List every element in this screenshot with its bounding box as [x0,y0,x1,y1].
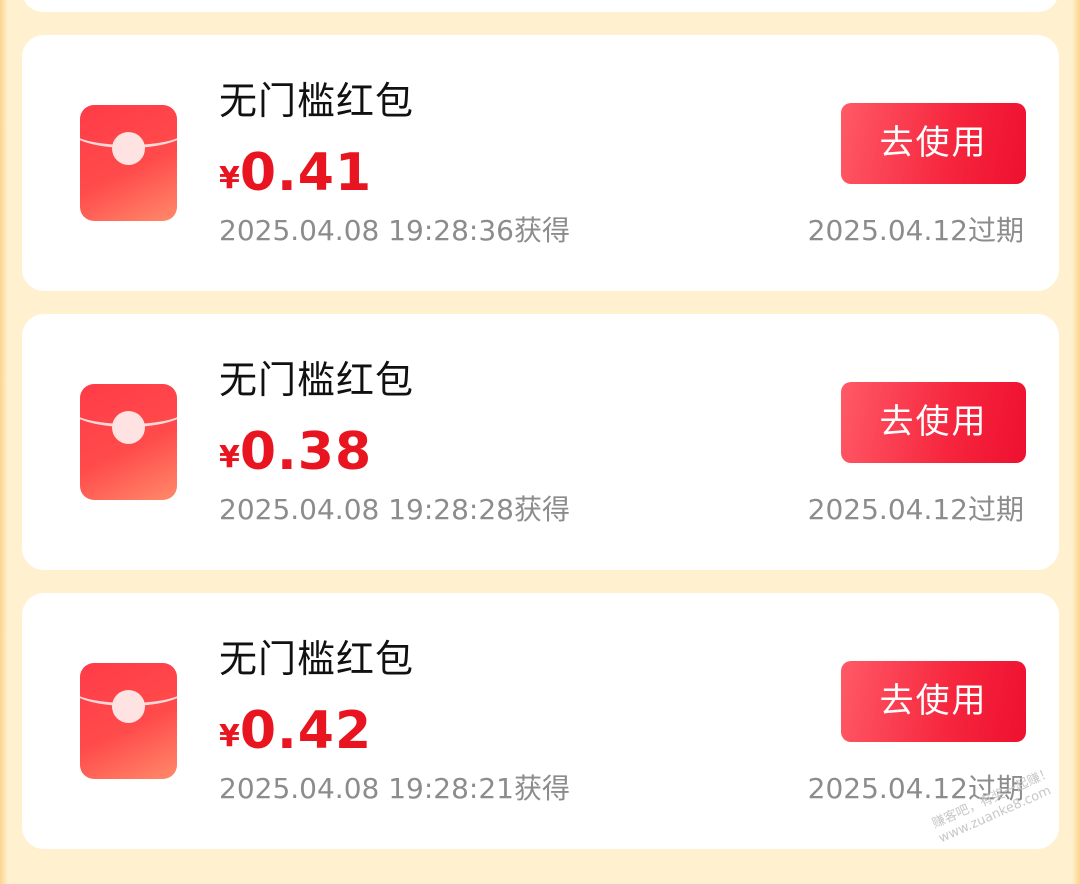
obtained-time: 2025.04.08 19:28:21获得 [219,772,570,805]
envelope-seal [112,690,145,723]
red-envelope-icon [80,105,177,221]
coupon-card: 无门槛红包 ¥0.42 2025.04.08 19:28:21获得 2025.0… [22,593,1059,849]
coupon-title: 无门槛红包 [219,358,415,402]
coupon-amount: ¥0.42 [219,701,372,773]
coupon-card: 无门槛红包 ¥0.38 2025.04.08 19:28:28获得 2025.0… [22,314,1059,570]
coupon-amount: ¥0.41 [219,143,372,215]
currency-symbol: ¥ [219,719,240,754]
expiry-date: 2025.04.12过期 [807,214,1024,247]
currency-symbol: ¥ [219,440,240,475]
amount-value: 0.38 [239,422,373,482]
amount-value: 0.41 [239,143,373,203]
coupon-title: 无门槛红包 [219,79,415,123]
coupon-title: 无门槛红包 [219,637,415,681]
red-envelope-icon [80,384,177,500]
coupon-card: 无门槛红包 ¥0.41 2025.04.08 19:28:36获得 2025.0… [22,35,1059,291]
amount-value: 0.42 [239,701,373,761]
red-envelope-icon [80,663,177,779]
expiry-date: 2025.04.12过期 [807,493,1024,526]
use-coupon-button[interactable]: 去使用 [841,661,1026,742]
obtained-time: 2025.04.08 19:28:36获得 [219,214,570,247]
envelope-seal [112,411,145,444]
obtained-time: 2025.04.08 19:28:28获得 [219,493,570,526]
currency-symbol: ¥ [219,161,240,196]
previous-coupon-card-partial [22,0,1059,12]
use-coupon-button[interactable]: 去使用 [841,103,1026,184]
use-coupon-button[interactable]: 去使用 [841,382,1026,463]
coupon-amount: ¥0.38 [219,422,372,494]
envelope-seal [112,132,145,165]
